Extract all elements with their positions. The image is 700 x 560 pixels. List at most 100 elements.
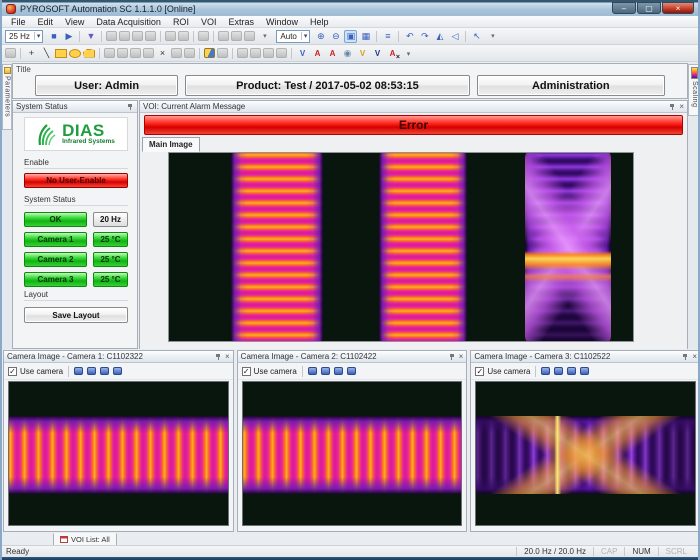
roi-tool-3-icon[interactable] xyxy=(130,48,141,58)
save-layout-button[interactable]: Save Layout xyxy=(24,307,128,323)
alarm-delete-icon[interactable]: A xyxy=(386,47,399,60)
camera-focus-near-icon[interactable] xyxy=(567,367,576,375)
settings-icon[interactable]: ◉ xyxy=(341,47,354,60)
menu-help[interactable]: Help xyxy=(305,17,334,27)
roi-prop-2-icon[interactable] xyxy=(250,48,261,58)
close-icon[interactable]: × xyxy=(225,353,230,361)
draw-rectangle-icon[interactable] xyxy=(55,49,67,58)
tab-scaling[interactable]: Scaling xyxy=(688,64,700,116)
menu-extras[interactable]: Extras xyxy=(223,17,259,27)
play-icon[interactable]: ▶ xyxy=(62,30,75,43)
record-icon[interactable] xyxy=(178,31,189,41)
rotate-left-icon[interactable]: ↶ xyxy=(403,30,416,43)
flip-vertical-icon[interactable]: ◁ xyxy=(448,30,461,43)
camera-range-down-icon[interactable] xyxy=(87,367,96,375)
menu-file[interactable]: File xyxy=(6,17,31,27)
roi-prop-1-icon[interactable] xyxy=(237,48,248,58)
enable-status-button[interactable]: No User-Enable xyxy=(24,173,128,188)
edit-mode-icon[interactable] xyxy=(5,48,16,58)
draw-line-icon[interactable]: ╲ xyxy=(40,47,53,60)
roi-table-icon[interactable] xyxy=(184,48,195,58)
close-icon[interactable]: × xyxy=(679,103,684,111)
camera-start-icon[interactable] xyxy=(132,31,143,41)
num-lock-indicator: NUM xyxy=(624,547,657,556)
paste-roi-icon[interactable] xyxy=(217,48,228,58)
zoom-mode-combo[interactable]: Auto ▾ xyxy=(276,30,310,43)
use-camera-checkbox[interactable]: ✓ xyxy=(475,367,484,376)
voi-blue-icon[interactable]: V xyxy=(371,47,384,60)
annotation-v-icon[interactable] xyxy=(244,31,255,41)
stop-icon[interactable]: ■ xyxy=(47,30,60,43)
alarm-add-icon[interactable]: A xyxy=(311,47,324,60)
draw-polygon-icon[interactable] xyxy=(83,49,95,58)
menu-window[interactable]: Window xyxy=(261,17,303,27)
camera-range-down-icon[interactable] xyxy=(554,367,563,375)
close-button[interactable]: × xyxy=(662,2,694,14)
roi-prop-4-icon[interactable] xyxy=(276,48,287,58)
pin-icon[interactable] xyxy=(214,353,222,361)
use-camera-checkbox[interactable]: ✓ xyxy=(242,367,251,376)
menu-view[interactable]: View xyxy=(60,17,89,27)
camera-focus-far-icon[interactable] xyxy=(347,367,356,375)
administration-button[interactable]: Administration xyxy=(477,75,665,96)
annotation-a-icon[interactable] xyxy=(218,31,229,41)
camera-disconnect-icon[interactable] xyxy=(119,31,130,41)
user-button[interactable]: User: Admin xyxy=(35,75,178,96)
pointer-icon[interactable]: ↖ xyxy=(470,30,483,43)
use-camera-checkbox[interactable]: ✓ xyxy=(8,367,17,376)
maximize-button[interactable]: ▢ xyxy=(637,2,661,14)
tab-main-image[interactable]: Main Image xyxy=(142,137,200,152)
toolbar-overflow-icon[interactable]: ▾ xyxy=(486,29,499,42)
camera-focus-far-icon[interactable] xyxy=(580,367,589,375)
filter-icon[interactable]: ▼ xyxy=(84,30,97,43)
fit-window-icon[interactable]: ▣ xyxy=(344,30,357,43)
snapshot-icon[interactable] xyxy=(165,31,176,41)
annotation-a2-icon[interactable] xyxy=(231,31,242,41)
toolbar-overflow-icon[interactable]: ▾ xyxy=(258,29,271,42)
camera-stop-icon[interactable] xyxy=(145,31,156,41)
pin-icon[interactable] xyxy=(681,353,689,361)
roi-tool-2-icon[interactable] xyxy=(117,48,128,58)
camera-range-up-icon[interactable] xyxy=(541,367,550,375)
rotate-right-icon[interactable]: ↷ xyxy=(418,30,431,43)
menu-voi[interactable]: VOI xyxy=(196,17,222,27)
close-icon[interactable]: × xyxy=(459,353,464,361)
zoom-in-icon[interactable]: ⊕ xyxy=(314,30,327,43)
camera-focus-near-icon[interactable] xyxy=(100,367,109,375)
roi-tool-4-icon[interactable] xyxy=(143,48,154,58)
window-titlebar[interactable]: PYROSOFT Automation SC 1.1.1.0 [Online] … xyxy=(2,0,698,16)
camera-focus-near-icon[interactable] xyxy=(334,367,343,375)
replay-icon[interactable] xyxy=(198,31,209,41)
toolbar-overflow-icon[interactable]: ▾ xyxy=(402,47,415,60)
isotherm-lines-icon[interactable]: ≡ xyxy=(381,30,394,43)
original-size-icon[interactable]: ▦ xyxy=(359,30,372,43)
zoom-out-icon[interactable]: ⊖ xyxy=(329,30,342,43)
menu-data-acquisition[interactable]: Data Acquisition xyxy=(91,17,166,27)
minimize-button[interactable]: – xyxy=(612,2,636,14)
roi-list-icon[interactable] xyxy=(171,48,182,58)
camera-connect-icon[interactable] xyxy=(106,31,117,41)
delete-roi-icon[interactable]: × xyxy=(156,47,169,60)
voi-yellow-icon[interactable]: V xyxy=(356,47,369,60)
tab-parameters[interactable]: Parameters xyxy=(2,64,12,130)
voi-check-icon[interactable]: V xyxy=(296,47,309,60)
pin-icon[interactable] xyxy=(448,353,456,361)
camera-focus-far-icon[interactable] xyxy=(113,367,122,375)
roi-tool-1-icon[interactable] xyxy=(104,48,115,58)
add-point-icon[interactable]: + xyxy=(25,47,38,60)
frame-rate-combo[interactable]: 25 Hz ▾ xyxy=(5,30,43,43)
flip-horizontal-icon[interactable]: ◭ xyxy=(433,30,446,43)
camera-range-up-icon[interactable] xyxy=(74,367,83,375)
pin-icon[interactable] xyxy=(126,103,134,111)
alarm-edit-icon[interactable]: A xyxy=(326,47,339,60)
menu-roi[interactable]: ROI xyxy=(168,17,194,27)
roi-prop-3-icon[interactable] xyxy=(263,48,274,58)
product-button[interactable]: Product: Test / 2017-05-02 08:53:15 xyxy=(185,75,469,96)
pin-icon[interactable] xyxy=(668,103,676,111)
copy-roi-icon[interactable] xyxy=(204,48,215,58)
draw-ellipse-icon[interactable] xyxy=(69,49,81,58)
camera-range-down-icon[interactable] xyxy=(321,367,330,375)
camera-range-up-icon[interactable] xyxy=(308,367,317,375)
menu-edit[interactable]: Edit xyxy=(33,17,59,27)
close-icon[interactable]: × xyxy=(692,353,697,361)
